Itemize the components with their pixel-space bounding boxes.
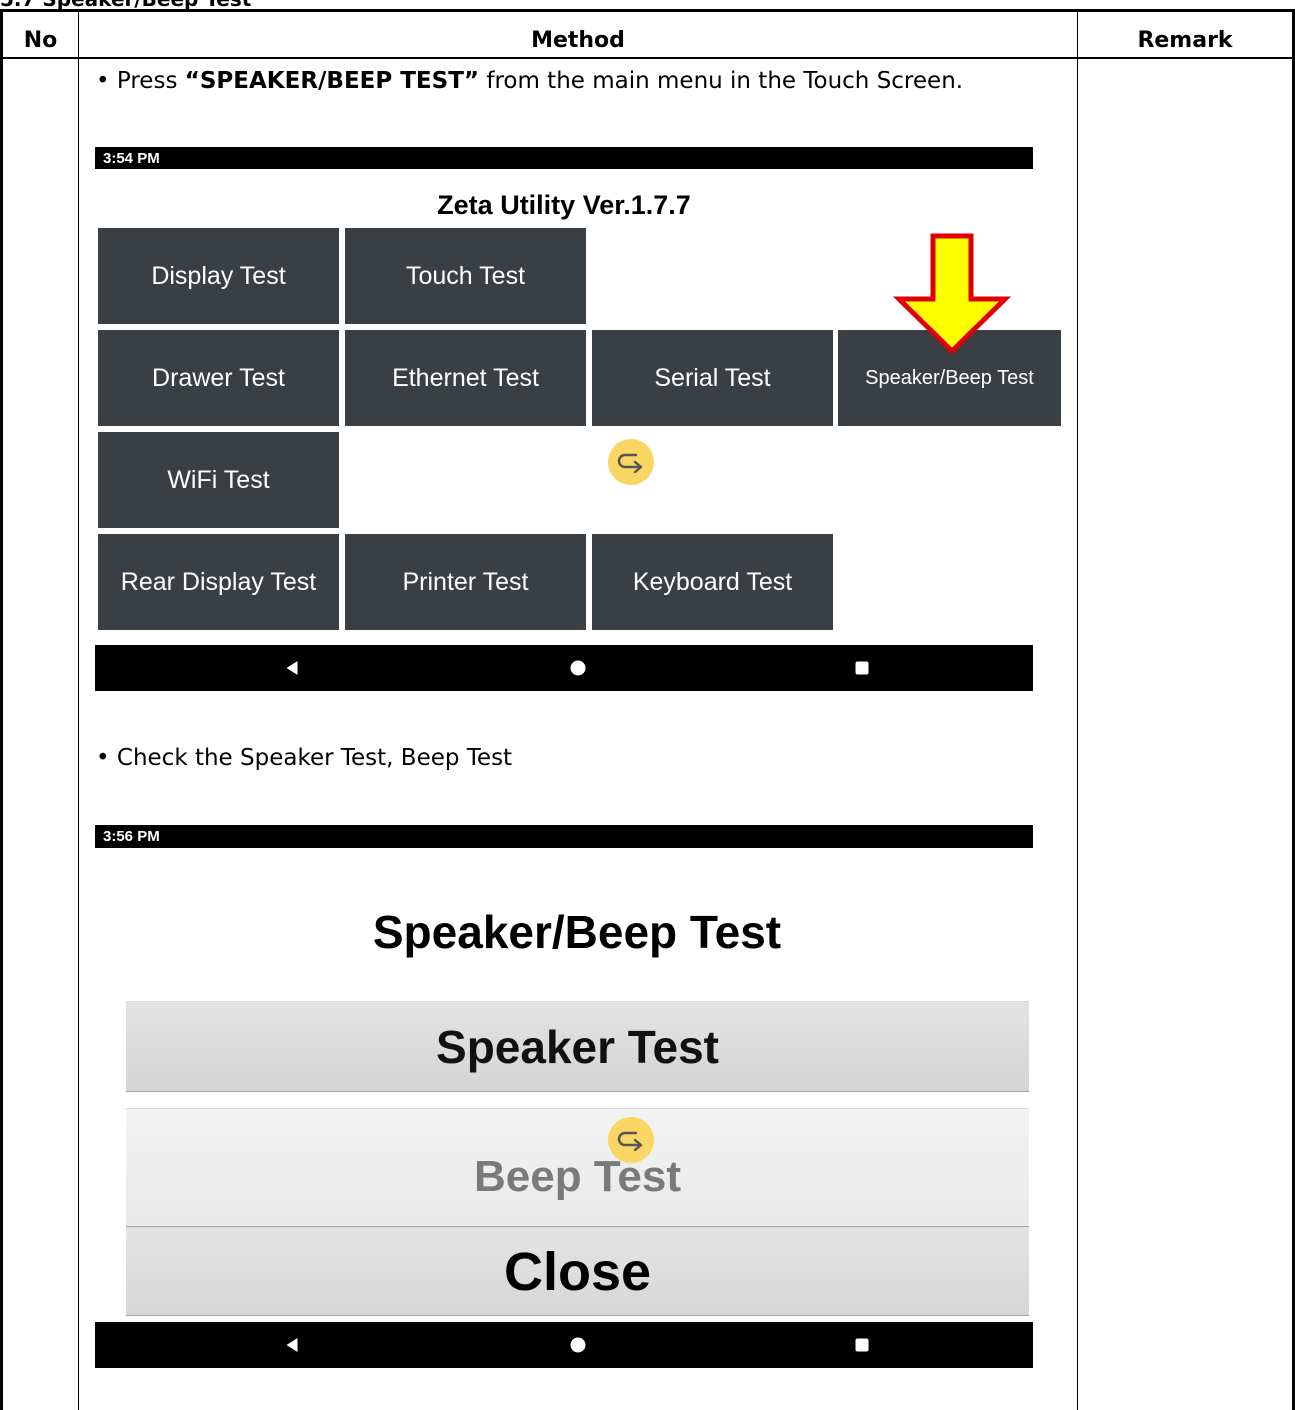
recents-square-icon[interactable] <box>855 1338 869 1352</box>
printer-test-button[interactable]: Printer Test <box>345 534 586 630</box>
redo-arrow-icon[interactable] <box>608 439 654 485</box>
ethernet-test-button[interactable]: Ethernet Test <box>345 330 586 426</box>
home-circle-icon[interactable] <box>570 1337 586 1353</box>
status-bar: 3:56 PM <box>95 825 1033 848</box>
status-bar: 3:54 PM <box>95 147 1033 169</box>
instruction-text: Check the Speaker Test, Beep Test <box>116 745 513 771</box>
instruction-text-after: from the main menu in the Touch Screen. <box>479 68 964 94</box>
screen-title: Speaker/Beep Test <box>372 906 782 958</box>
navigation-bar <box>95 645 1033 691</box>
header-no: No <box>23 27 58 53</box>
back-triangle-icon[interactable] <box>286 1338 298 1352</box>
instruction-step-2: • Check the Speaker Test, Beep Test <box>96 745 512 771</box>
back-triangle-icon[interactable] <box>286 661 298 675</box>
home-circle-icon[interactable] <box>570 660 586 676</box>
beep-test-button[interactable]: Beep Test <box>126 1108 1029 1227</box>
serial-test-button[interactable]: Serial Test <box>592 330 833 426</box>
speaker-test-button[interactable]: Speaker Test <box>126 1001 1029 1092</box>
drawer-test-button[interactable]: Drawer Test <box>98 330 339 426</box>
keyboard-test-button[interactable]: Keyboard Test <box>592 534 833 630</box>
redo-arrow-icon[interactable] <box>608 1117 654 1163</box>
display-test-button[interactable]: Display Test <box>98 228 339 324</box>
touch-test-button[interactable]: Touch Test <box>345 228 586 324</box>
instruction-text-before: Press <box>116 68 185 94</box>
app-title: Zeta Utility Ver.1.7.7 <box>437 190 691 220</box>
status-time: 3:56 PM <box>103 828 160 845</box>
header-method: Method <box>531 27 625 53</box>
bullet: • <box>96 68 110 94</box>
instruction-menu-name: “SPEAKER/BEEP TEST” <box>184 68 480 94</box>
navigation-bar <box>95 1322 1033 1368</box>
header-remark: Remark <box>1137 27 1233 53</box>
bullet: • <box>96 745 110 771</box>
recents-square-icon[interactable] <box>855 661 869 675</box>
status-time: 3:54 PM <box>103 149 160 167</box>
close-button[interactable]: Close <box>126 1227 1029 1316</box>
rear-display-test-button[interactable]: Rear Display Test <box>98 534 339 630</box>
wifi-test-button[interactable]: WiFi Test <box>98 432 339 528</box>
instruction-step-1: • Press “SPEAKER/BEEP TEST” from the mai… <box>96 68 963 94</box>
pointer-arrow-icon <box>893 233 1011 355</box>
